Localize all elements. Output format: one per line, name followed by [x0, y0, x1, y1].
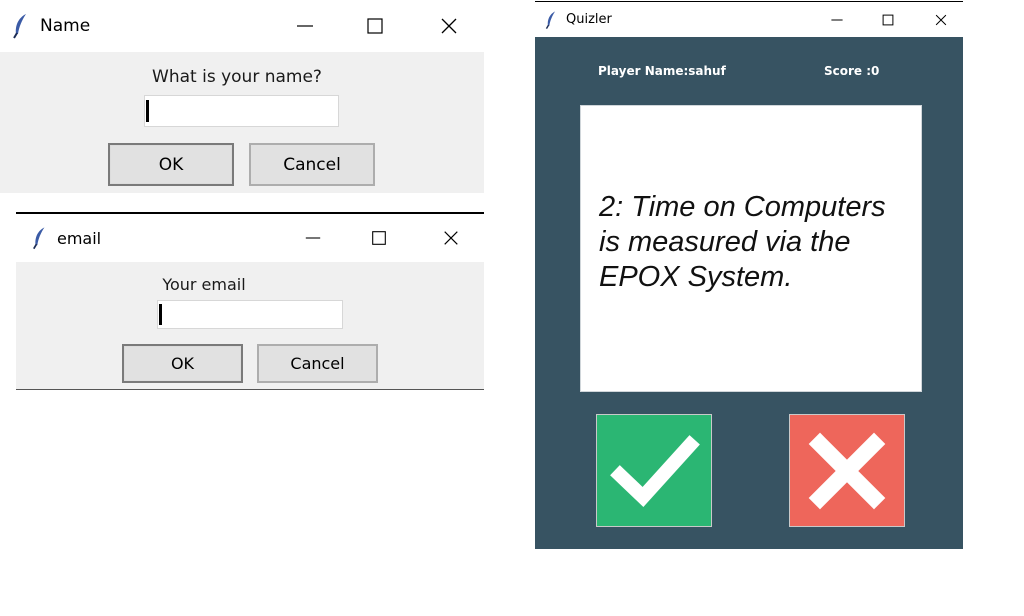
quizler-body: Player Name:sahuf Score :0 2: Time on Co… — [535, 37, 963, 549]
email-input[interactable] — [157, 300, 343, 329]
email-dialog-title: email — [57, 228, 102, 248]
maximize-button[interactable] — [356, 214, 402, 262]
close-button[interactable] — [921, 2, 961, 37]
email-dialog-window: email Your email OK Cancel — [16, 212, 484, 390]
cancel-button[interactable]: Cancel — [249, 143, 375, 186]
minimize-button[interactable] — [817, 2, 857, 37]
minimize-icon — [305, 237, 321, 239]
email-prompt-label: Your email — [162, 275, 246, 294]
name-dialog-body: What is your name? OK Cancel — [0, 52, 484, 193]
ok-button[interactable]: OK — [108, 143, 234, 186]
maximize-icon — [372, 231, 386, 245]
minimize-icon — [831, 19, 843, 20]
name-prompt-label: What is your name? — [152, 67, 322, 87]
cross-icon — [808, 432, 886, 509]
close-icon — [935, 14, 947, 25]
score-label: Score :0 — [824, 64, 880, 78]
feather-icon — [545, 10, 558, 30]
cancel-button[interactable]: Cancel — [257, 344, 378, 383]
close-button[interactable] — [426, 0, 472, 52]
text-caret — [146, 100, 149, 122]
question-text: 2: Time on Computers is measured via the… — [599, 191, 886, 293]
email-dialog-body: Your email OK Cancel — [16, 262, 484, 390]
feather-icon — [32, 226, 48, 250]
name-dialog-title: Name — [40, 16, 91, 36]
quizler-title: Quizler — [566, 12, 612, 27]
minimize-button[interactable] — [290, 214, 336, 262]
maximize-icon — [882, 14, 894, 25]
player-name-label: Player Name:sahuf — [598, 64, 726, 78]
close-button[interactable] — [428, 214, 474, 262]
ok-button[interactable]: OK — [122, 344, 243, 383]
text-caret — [159, 304, 162, 325]
quizler-window: Quizler Player Name:sahuf Score :0 2: Ti… — [535, 0, 963, 549]
maximize-button[interactable] — [352, 0, 398, 52]
name-dialog-window: Name What is your name? OK Cancel — [0, 0, 484, 193]
question-card: 2: Time on Computers is measured via the… — [580, 105, 922, 392]
email-dialog-titlebar[interactable]: email — [16, 214, 484, 262]
true-button[interactable] — [596, 414, 712, 527]
false-button[interactable] — [789, 414, 905, 527]
name-dialog-titlebar[interactable]: Name — [0, 0, 484, 52]
minimize-icon — [297, 25, 313, 27]
maximize-icon — [367, 18, 383, 34]
close-icon — [441, 18, 457, 34]
minimize-button[interactable] — [282, 0, 328, 52]
name-input[interactable] — [144, 95, 339, 127]
maximize-button[interactable] — [868, 2, 908, 37]
check-icon — [610, 434, 700, 507]
feather-icon — [12, 13, 30, 39]
close-icon — [444, 231, 458, 245]
